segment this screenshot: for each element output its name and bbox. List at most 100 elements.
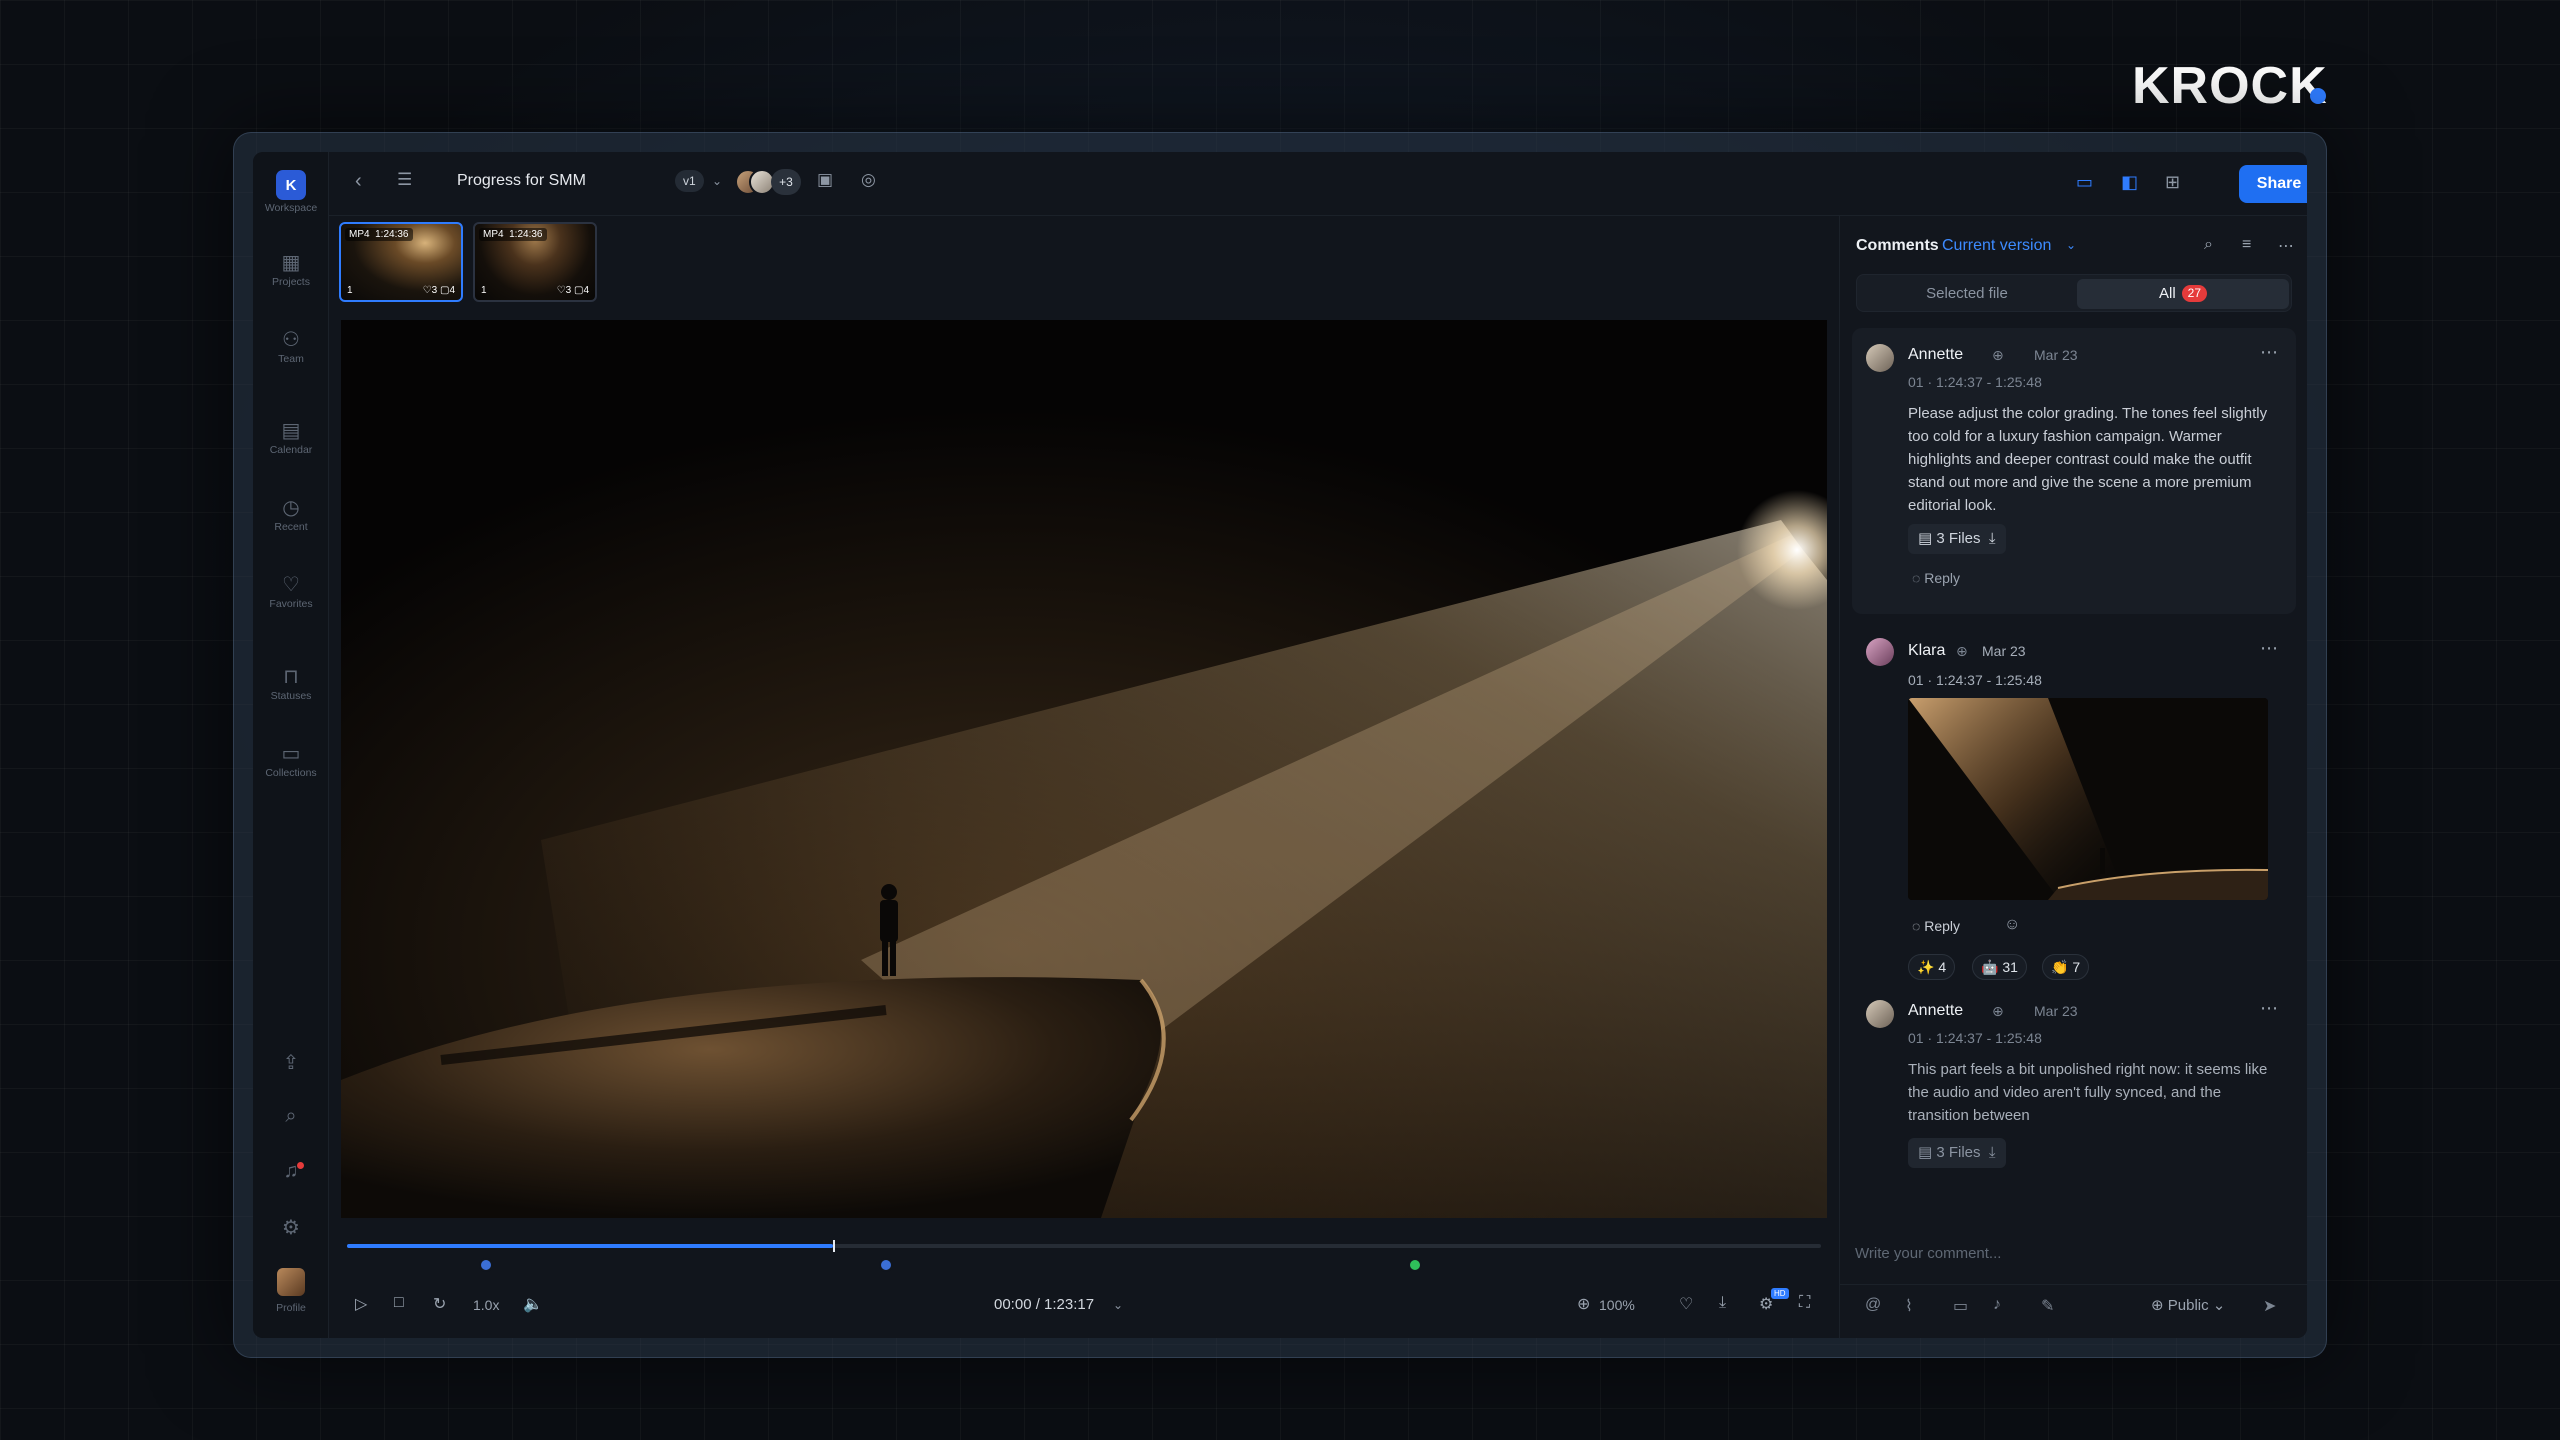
sidebar-item-label: Projects [272,276,310,288]
sidebar-item-recent[interactable]: ◷ Recent [253,495,329,533]
sidebar-item-profile[interactable]: Profile [253,1302,329,1314]
loop-icon[interactable]: ↻ [433,1294,446,1314]
draw-icon[interactable]: ✎ [2041,1296,2054,1316]
reaction-chip[interactable]: 👏 7 [2042,954,2090,980]
layout-split-icon[interactable]: ◧ [2121,172,2138,193]
attachments-chip[interactable]: ▤ 3 Files ⤓ [1908,524,2006,554]
profile-avatar[interactable] [277,1268,305,1296]
check-circle-icon[interactable]: ◎ [861,170,876,190]
comment-text: This part feels a bit unpolished right n… [1908,1061,2268,1124]
sidebar-item-team[interactable]: ⚇ Team [253,327,329,365]
bell-icon[interactable]: ♫ [253,1160,329,1183]
sidebar-item-favorites[interactable]: ♡ Favorites [253,572,329,610]
sidebar-item-label: Favorites [269,598,313,610]
attach-icon[interactable]: ⌇ [1905,1296,1913,1316]
video-record-icon[interactable]: ▭ [1953,1296,1968,1316]
comment-time-range: 01 · 1:24:37 - 1:25:48 [1908,374,2042,390]
more-icon[interactable]: ⋯ [2278,236,2294,256]
comment-date: Mar 23 [2034,1003,2078,1019]
comment-author: Annette [1908,1002,1964,1019]
comment-card: Annette ⊕ Mar 23 ⋯ 01 · 1:24:37 - 1:25:4… [1852,328,2296,614]
sidebar-item-statuses[interactable]: ⊓ Statuses [253,664,329,702]
comment-time-range: 01 · 1:24:37 - 1:25:48 [1908,672,2042,688]
zoom-level[interactable]: 100% [1599,1297,1635,1313]
chevron-down-icon[interactable]: ⌄ [1113,1298,1123,1312]
sidebar-item-workspace[interactable]: Workspace [253,202,329,214]
heart-icon: ♡ [282,574,300,596]
visibility-select[interactable]: ⊕ Public ⌄ [2151,1296,2225,1314]
page-title: Progress for SMM [457,172,586,189]
timecode: 00:00 / 1:23:17 [994,1296,1095,1313]
brand-dot [2310,88,2326,104]
file-index: 1 [347,285,353,296]
bookmark-icon: ⊓ [283,666,299,688]
send-icon[interactable]: ➤ [2263,1296,2276,1316]
share-button[interactable]: Share [2239,165,2307,203]
more-icon[interactable]: ⋯ [2260,638,2278,659]
search-icon[interactable]: ⌕ [253,1105,329,1128]
comment-marker[interactable] [479,1258,493,1272]
comment-author: Klara [1908,642,1946,659]
reply-button[interactable]: ◌ Reply [1912,918,1960,934]
calendar-add-icon[interactable]: ▣ [817,170,833,190]
back-icon[interactable]: ‹ [355,170,362,193]
file-format-duration: MP4 1:24:36 [345,228,413,241]
attachments-chip[interactable]: ▤ 3 Files ⤓ [1908,1138,2006,1168]
play-icon[interactable]: ▷ [355,1294,367,1314]
sidebar-item-collections[interactable]: ▭ Collections [253,741,329,779]
reply-button[interactable]: ◌ Reply [1912,570,1960,586]
mention-icon[interactable]: @ [1865,1296,1881,1314]
layout-single-icon[interactable]: ▭ [2076,172,2093,193]
fullscreen-icon[interactable]: ⛶ [1799,1294,1810,1312]
zoom-icon[interactable]: ⊕ [1577,1294,1590,1314]
file-thumbnail[interactable]: MP4 1:24:36 1 ♡3 ▢4 [473,222,597,302]
comment-date: Mar 23 [2034,347,2078,363]
grid-view-icon[interactable]: ⊞ [2165,172,2180,193]
version-pill[interactable]: v1 [675,170,704,192]
heart-icon[interactable]: ♡ [1679,1294,1693,1314]
file-thumbnail[interactable]: MP4 1:24:36 1 ♡3 ▢4 [339,222,463,302]
reaction-chip[interactable]: 🤖 31 [1972,954,2027,980]
comments-scope-toggle: Selected file All 27 [1856,274,2292,312]
collaborators-more-badge[interactable]: +3 [771,169,801,195]
upload-icon[interactable]: ⇪ [253,1050,329,1075]
stop-icon[interactable]: □ [394,1294,404,1312]
app-window: K Workspace ▦ Projects ⚇ Team ▤ Calendar… [253,152,2307,1338]
sidebar-item-label: Statuses [270,690,312,702]
more-icon[interactable]: ⋯ [2260,342,2278,363]
list-icon[interactable]: ☰ [397,170,412,190]
tab-all[interactable]: All 27 [2077,279,2289,309]
timeline-track[interactable] [347,1240,1821,1252]
search-icon[interactable]: ⌕ [2204,236,2213,254]
settings-icon[interactable]: ⚙ [253,1215,329,1240]
comment-marker[interactable] [879,1258,893,1272]
reaction-chip[interactable]: ✨ 4 [1908,954,1956,980]
brand-logo: KROCK [2132,57,2328,115]
filter-icon[interactable]: ≡ [2242,236,2251,254]
comment-screenshot[interactable] [1908,698,2268,900]
more-icon[interactable]: ⋯ [2260,998,2278,1019]
folder-icon: ▭ [281,743,301,765]
comment-screenshot-image [1908,698,2268,900]
microphone-icon[interactable]: ♪ [1993,1296,2001,1314]
speed-control[interactable]: 1.0x [473,1297,499,1313]
sidebar-item-label: Recent [274,521,308,533]
video-preview[interactable] [341,320,1827,1218]
playhead[interactable] [833,1240,836,1252]
tab-selected-file[interactable]: Selected file [1861,279,2073,309]
sidebar-item-calendar[interactable]: ▤ Calendar [253,418,329,456]
chevron-down-icon[interactable]: ⌄ [712,174,722,188]
chevron-down-icon[interactable]: ⌄ [2066,238,2076,252]
emoji-icon[interactable]: ☺ [2004,916,2020,934]
comment-time-range: 01 · 1:24:37 - 1:25:48 [1908,1030,2042,1046]
sidebar-item-projects[interactable]: ▦ Projects [253,250,329,288]
volume-icon[interactable]: 🔈 [523,1294,543,1314]
version-filter[interactable]: Current version [1942,237,2051,255]
sidebar-item-label: Calendar [269,444,313,456]
workspace-logo[interactable]: K [276,170,306,200]
comment-marker-resolved[interactable] [1408,1258,1422,1272]
comment-input[interactable] [1839,1238,2279,1268]
hd-badge: HD [1771,1288,1789,1299]
download-icon[interactable]: ⤓ [1719,1294,1726,1312]
comment-author: Annette [1908,346,1964,363]
